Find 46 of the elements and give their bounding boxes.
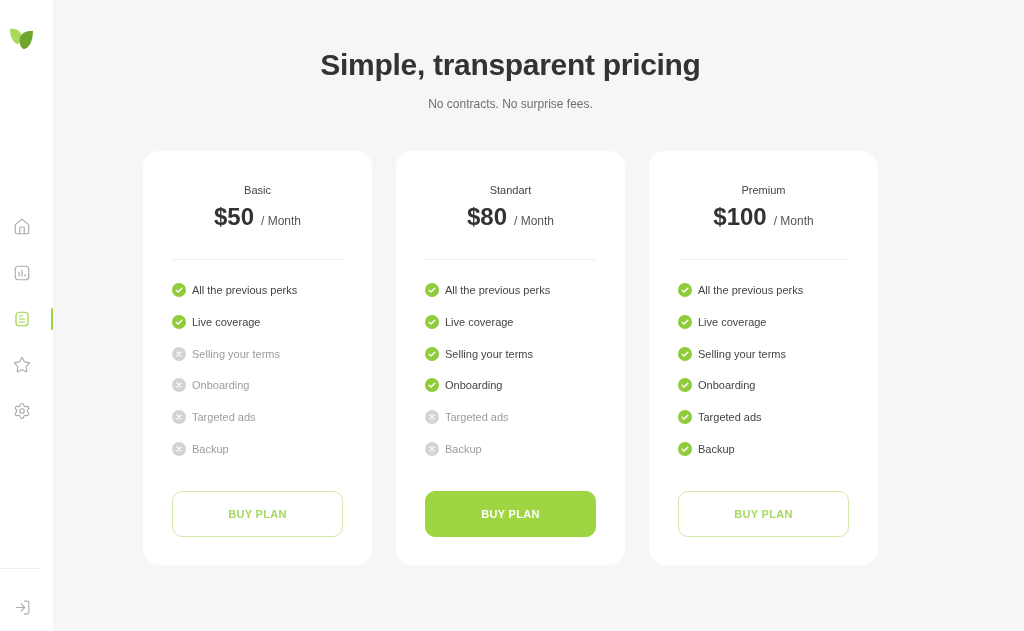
buy-plan-button[interactable]: BUY PLAN [425,491,596,537]
feature-label: Onboarding [192,378,250,393]
page-title: Simple, transparent pricing [320,47,701,83]
feature-label: Live coverage [192,314,261,329]
plan-price: $50 [213,202,254,232]
logout-button[interactable] [13,598,31,616]
feature-label: Backup [698,442,735,456]
sidebar-nav-button[interactable] [12,217,32,237]
feature-label: All the previous perks [698,283,804,297]
sidebar-nav-button[interactable] [12,263,32,283]
active-indicator [51,308,53,330]
feature-label: Targeted ads [445,410,509,425]
feature-label: Live coverage [698,314,767,329]
home-icon [13,218,31,236]
feature-label: Selling your terms [445,346,534,361]
logout-icon [13,598,31,616]
price-period: / Month [261,213,302,229]
buy-plan-button[interactable]: BUY PLAN [172,491,343,537]
plan-name: Basic [244,183,271,197]
feature-label: Onboarding [445,378,503,393]
sidebar-nav-button[interactable] [12,309,32,329]
feature-label: Live coverage [445,314,514,329]
plan-name: Standart [489,183,532,197]
sidebar-nav-button[interactable] [12,355,32,375]
star-icon [13,356,31,374]
feature-label: Selling your terms [698,346,787,361]
plan-price: $80 [466,202,507,232]
sidebar-nav-button[interactable] [12,401,32,421]
feature-label: Targeted ads [698,410,762,425]
plan-price: $100 [713,202,767,232]
feature-label: All the previous perks [445,283,551,297]
feature-label: Selling your terms [192,346,281,361]
feature-label: Targeted ads [192,410,256,425]
bar-chart-icon [13,264,31,282]
feature-label: Backup [445,442,482,456]
settings-icon [13,402,31,420]
buy-plan-button[interactable]: BUY PLAN [678,491,849,537]
feature-label: Onboarding [698,378,756,393]
page-subtitle: No contracts. No surprise fees. [428,96,593,112]
feature-label: Backup [192,442,229,456]
plan-name: Premium [741,183,786,197]
document-icon [13,310,31,328]
feature-label: All the previous perks [192,283,298,297]
price-period: / Month [514,213,555,229]
price-period: / Month [773,213,814,229]
leaf-logo-icon [10,28,33,50]
